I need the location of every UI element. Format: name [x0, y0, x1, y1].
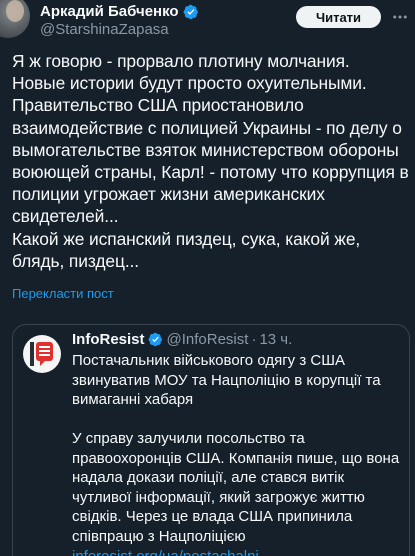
- quote-avatar[interactable]: [23, 335, 61, 373]
- quote-body: У справу залучили посольство та правоохо…: [72, 429, 402, 556]
- more-options-button[interactable]: [389, 6, 411, 28]
- verified-badge-icon: [148, 332, 162, 347]
- tweet-header: Аркадий Бабченко @StarshinaZapasa Читати: [0, 0, 415, 40]
- quote-title: Постачальник військового одягу з США зви…: [72, 352, 381, 408]
- author-name[interactable]: Аркадий Бабченко: [40, 3, 179, 20]
- author-handle[interactable]: @StarshinaZapasa: [40, 21, 169, 38]
- more-dots-icon: [393, 15, 407, 19]
- inforesist-logo-icon: [30, 342, 53, 366]
- author-name-row[interactable]: Аркадий Бабченко: [40, 3, 199, 20]
- verified-badge-icon: [183, 4, 198, 19]
- quoted-tweet[interactable]: InfoResist @InfoResist · 13 ч. Постачаль…: [12, 324, 410, 556]
- quote-link[interactable]: inforesist.org/ua/postachalni...: [72, 548, 271, 556]
- quote-body-text: У справу залучили посольство та правоохо…: [72, 430, 400, 545]
- translate-post-link[interactable]: Перекласти пост: [12, 286, 114, 301]
- quote-header: InfoResist @InfoResist · 13 ч.: [72, 331, 292, 348]
- follow-button[interactable]: Читати: [296, 6, 381, 28]
- quote-author-name[interactable]: InfoResist: [72, 331, 145, 348]
- quote-author-handle[interactable]: @InfoResist: [167, 331, 249, 348]
- author-avatar[interactable]: [0, 0, 30, 38]
- quote-separator: ·: [251, 331, 257, 348]
- quote-timestamp[interactable]: 13 ч.: [259, 331, 292, 348]
- tweet-text: Я ж говорю - прорвало плотину молчания. …: [12, 51, 409, 271]
